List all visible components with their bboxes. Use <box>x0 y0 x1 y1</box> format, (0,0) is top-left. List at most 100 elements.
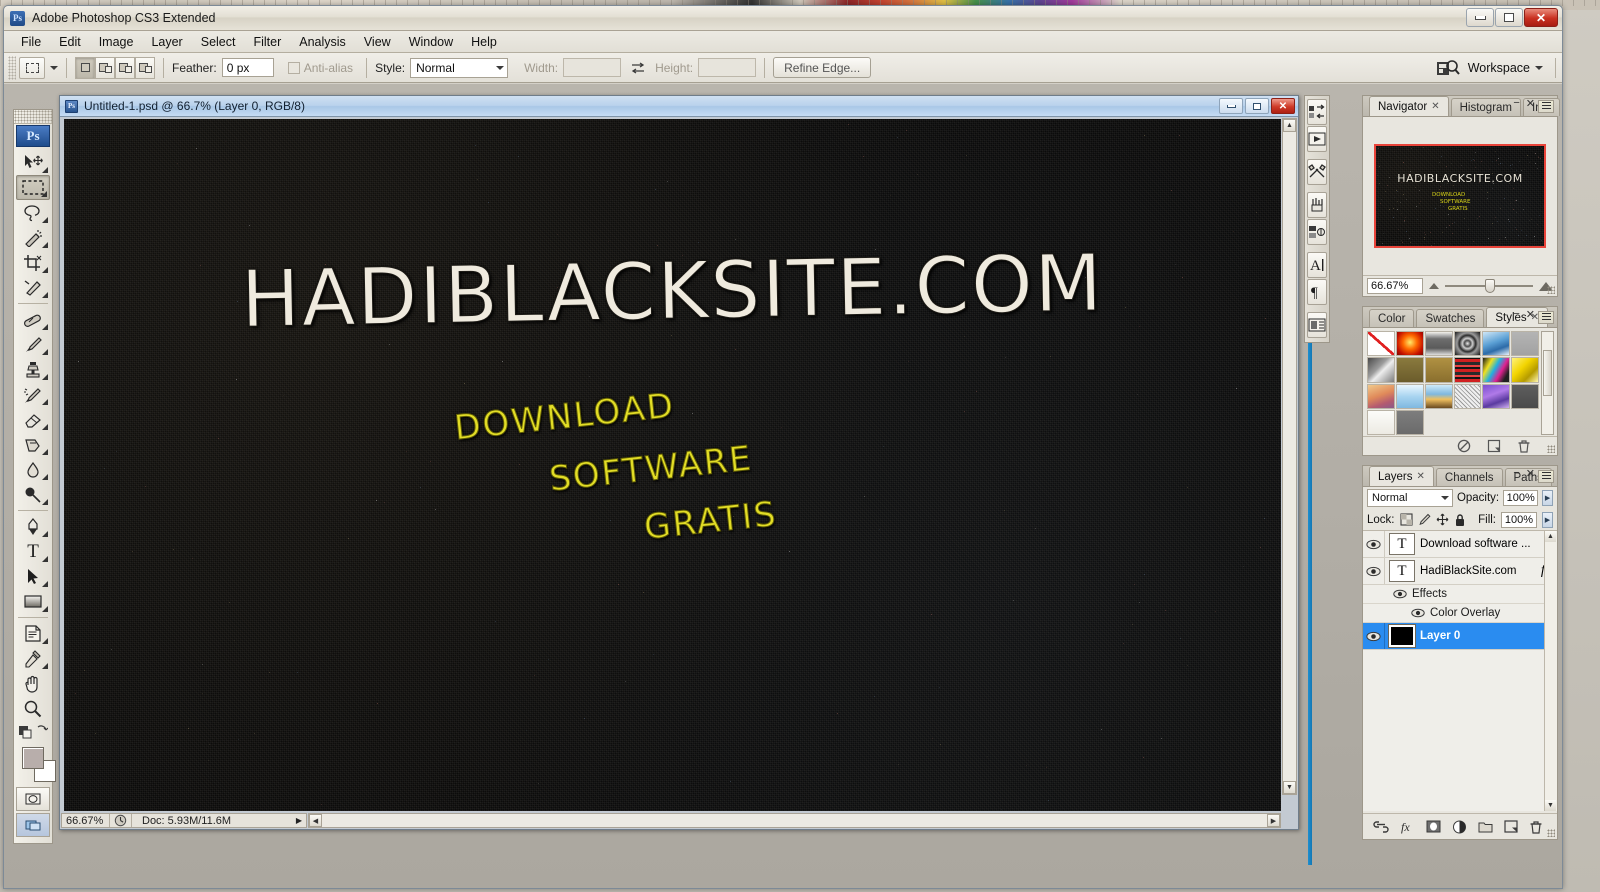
light-blue-style[interactable] <box>1396 384 1424 409</box>
move-tool[interactable] <box>16 150 50 175</box>
collapse-icon[interactable]: − <box>1513 308 1519 321</box>
add-layer-style-icon[interactable]: fx <box>1400 820 1415 834</box>
horizon-style[interactable] <box>1425 384 1453 409</box>
none-style[interactable] <box>1367 331 1395 356</box>
menu-filter[interactable]: Filter <box>244 33 290 51</box>
anti-alias-checkbox[interactable] <box>288 62 300 74</box>
add-to-selection-button[interactable] <box>95 57 115 79</box>
blend-mode-select[interactable]: Normal <box>1367 489 1453 507</box>
tab-channels[interactable]: Channels <box>1436 468 1503 486</box>
gradient-tool[interactable] <box>16 432 50 457</box>
eraser-tool[interactable] <box>16 407 50 432</box>
new-style-icon[interactable] <box>1487 439 1501 453</box>
notes-tool[interactable] <box>16 621 50 646</box>
menu-help[interactable]: Help <box>462 33 506 51</box>
hand-tool[interactable] <box>16 671 50 696</box>
maximize-button[interactable] <box>1495 8 1523 27</box>
layer-visibility-toggle[interactable] <box>1363 558 1385 584</box>
character-icon[interactable]: A <box>1307 252 1327 278</box>
new-selection-button[interactable] <box>75 57 95 79</box>
panel-menu-icon[interactable] <box>1538 311 1554 324</box>
new-layer-icon[interactable] <box>1504 820 1518 833</box>
close-icon[interactable]: ✕ <box>1417 471 1425 482</box>
document-minimize-button[interactable] <box>1219 98 1243 114</box>
styles-scrollbar[interactable] <box>1541 331 1554 435</box>
standard-mode-button[interactable] <box>16 787 50 811</box>
brush-tool[interactable] <box>16 332 50 357</box>
blue-sky-style[interactable] <box>1482 331 1510 356</box>
clear-style-icon[interactable] <box>1457 439 1471 453</box>
gray-button-style[interactable] <box>1425 331 1453 356</box>
layer-name[interactable]: HadiBlackSite.com <box>1420 565 1541 577</box>
close-icon[interactable]: ✕ <box>1526 308 1535 321</box>
subtract-from-selection-button[interactable] <box>115 57 135 79</box>
scroll-down-icon[interactable]: ▼ <box>1283 781 1296 794</box>
image-canvas[interactable]: HADIBLACKSITE.COM DOWNLOAD SOFTWARE GRAT… <box>64 119 1281 811</box>
pen-tool[interactable] <box>16 514 50 539</box>
table-row[interactable]: T HadiBlackSite.com fx <box>1363 558 1557 585</box>
options-bar-grip[interactable] <box>8 56 16 80</box>
magic-wand-tool[interactable] <box>16 225 50 250</box>
lock-image-icon[interactable] <box>1418 513 1431 526</box>
intersect-with-selection-button[interactable] <box>135 57 155 79</box>
layer-thumbnail[interactable]: T <box>1389 560 1415 582</box>
table-row[interactable]: Layer 0 <box>1363 623 1557 650</box>
resize-grip-icon[interactable] <box>1547 445 1555 453</box>
lock-position-icon[interactable] <box>1436 513 1449 526</box>
list-item[interactable]: Effects <box>1363 585 1557 604</box>
layer-visibility-toggle[interactable] <box>1363 623 1385 649</box>
rainbow-noise-style[interactable] <box>1482 357 1510 382</box>
status-zoom-value[interactable]: 66.67% <box>62 814 110 827</box>
close-icon[interactable]: ✕ <box>1431 101 1439 112</box>
lasso-tool[interactable] <box>16 200 50 225</box>
tab-swatches[interactable]: Swatches <box>1416 309 1484 327</box>
menu-image[interactable]: Image <box>90 33 143 51</box>
lock-all-icon[interactable] <box>1454 513 1466 527</box>
feather-input[interactable]: 0 px <box>222 58 274 77</box>
zoom-out-icon[interactable] <box>1429 283 1439 289</box>
menu-file[interactable]: File <box>12 33 50 51</box>
panel-menu-icon[interactable] <box>1538 100 1554 113</box>
color-mode-toggles[interactable] <box>16 721 50 741</box>
list-item[interactable]: Color Overlay <box>1363 604 1557 623</box>
tools-panel-grip[interactable] <box>14 110 52 124</box>
path-selection-tool[interactable] <box>16 564 50 589</box>
canvas-vertical-scrollbar[interactable]: ▲ ▼ <box>1282 118 1297 795</box>
layer-name[interactable]: Layer 0 <box>1420 630 1557 642</box>
delete-style-icon[interactable] <box>1517 439 1531 454</box>
new-adjustment-layer-icon[interactable] <box>1452 820 1467 834</box>
close-icon[interactable]: ✕ <box>1526 467 1535 480</box>
resize-grip-icon[interactable] <box>1547 829 1555 837</box>
menu-analysis[interactable]: Analysis <box>290 33 355 51</box>
link-layers-icon[interactable] <box>1373 821 1389 833</box>
new-group-icon[interactable] <box>1478 820 1493 833</box>
swap-width-height-icon[interactable] <box>631 61 645 75</box>
refine-edge-button[interactable]: Refine Edge... <box>773 57 871 78</box>
document-maximize-button[interactable] <box>1245 98 1269 114</box>
healing-brush-tool[interactable] <box>16 307 50 332</box>
dodge-tool[interactable] <box>16 482 50 507</box>
horizontal-type-tool[interactable]: T <box>16 539 50 564</box>
height-input[interactable] <box>698 58 756 77</box>
tab-navigator[interactable]: Navigator ✕ <box>1369 96 1449 116</box>
workspace-label[interactable]: Workspace <box>1468 61 1530 75</box>
scroll-right-icon[interactable]: ▶ <box>1267 814 1280 827</box>
eye-icon[interactable] <box>1411 608 1425 618</box>
layer-comps-icon[interactable] <box>1307 312 1327 338</box>
collapse-icon[interactable]: − <box>1513 467 1519 480</box>
go-to-bridge-icon[interactable] <box>1436 58 1460 79</box>
clone-source-icon[interactable] <box>1307 219 1327 245</box>
layers-scrollbar[interactable]: ▲ ▼ <box>1544 531 1557 811</box>
animation-icon[interactable] <box>1307 126 1327 152</box>
blur-tool[interactable] <box>16 457 50 482</box>
menu-edit[interactable]: Edit <box>50 33 90 51</box>
panel-menu-icon[interactable] <box>1538 470 1554 483</box>
eye-icon[interactable] <box>1393 589 1407 599</box>
red-glow-style[interactable] <box>1396 331 1424 356</box>
scroll-up-icon[interactable]: ▲ <box>1283 119 1296 132</box>
tab-color[interactable]: Color <box>1369 309 1414 327</box>
olive-style[interactable] <box>1396 357 1424 382</box>
minimize-button[interactable] <box>1466 8 1494 27</box>
rectangle-shape-tool[interactable] <box>16 589 50 614</box>
dark-swirl-style[interactable] <box>1454 331 1482 356</box>
